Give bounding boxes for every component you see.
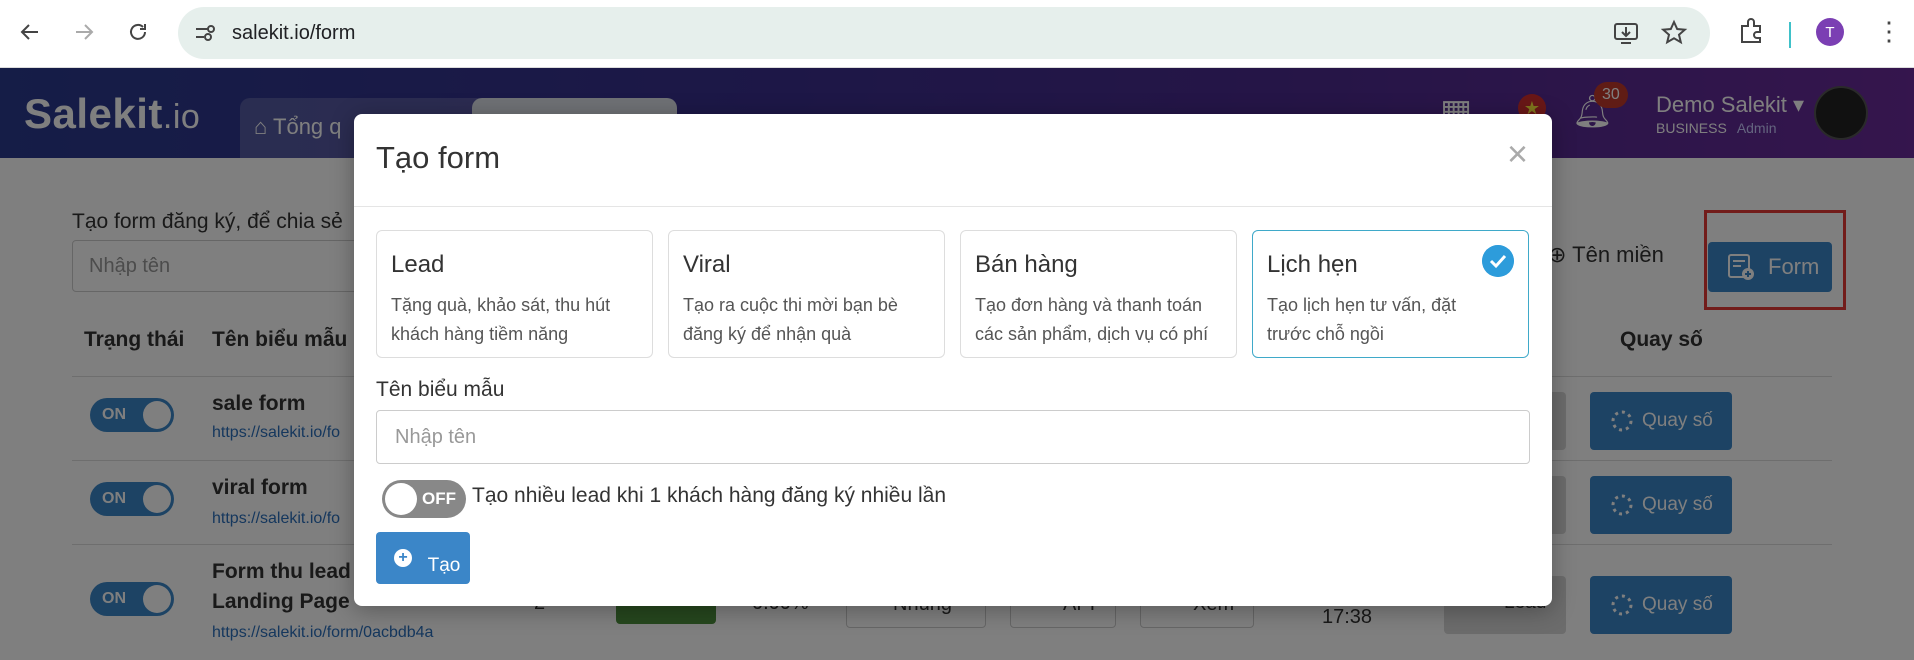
form-type-desc: trước chỗ ngồi (1267, 324, 1384, 344)
check-circle-icon (1482, 245, 1514, 277)
form-type-viral[interactable]: Viral Tạo ra cuộc thi mời bạn bè đăng ký… (668, 230, 945, 358)
form-type-lead[interactable]: Lead Tặng quà, khảo sát, thu hút khách h… (376, 230, 653, 358)
forward-icon[interactable] (66, 14, 102, 50)
profile-avatar[interactable]: T (1816, 18, 1844, 46)
address-bar[interactable]: salekit.io/form (178, 7, 1710, 59)
form-name-input[interactable] (376, 410, 1530, 464)
form-type-desc: Tặng quà, khảo sát, thu hút (391, 295, 611, 315)
form-type-title: Bán hàng (975, 251, 1078, 278)
form-name-label: Tên biểu mẫu (376, 378, 505, 401)
create-button[interactable]: + Tạo (376, 532, 470, 584)
browser-toolbar: salekit.io/form T ⋮ (0, 0, 1914, 68)
form-type-sales[interactable]: Bán hàng Tạo đơn hàng và thanh toán các … (960, 230, 1237, 358)
form-type-desc: Tạo đơn hàng và thanh toán (975, 295, 1202, 315)
modal-title: Tạo form (376, 140, 501, 175)
back-icon[interactable] (12, 14, 48, 50)
site-settings-icon[interactable] (192, 20, 218, 46)
form-type-desc: Tạo ra cuộc thi mời bạn bè (683, 295, 898, 315)
create-form-modal: Tạo form × Lead Tặng quà, khảo sát, thu … (354, 114, 1552, 606)
form-type-title: Lead (391, 251, 445, 278)
close-icon[interactable]: × (1507, 136, 1528, 172)
extensions-icon[interactable] (1736, 16, 1766, 46)
plus-circle-icon: + (394, 549, 412, 567)
browser-menu-icon[interactable]: ⋮ (1876, 16, 1902, 47)
form-type-desc: khách hàng tiềm năng (391, 324, 569, 344)
form-type-desc: đăng ký để nhận quà (683, 324, 852, 344)
multi-lead-label: Tạo nhiều lead khi 1 khách hàng đăng ký … (472, 484, 947, 507)
form-type-appointment[interactable]: Lịch hẹn Tạo lịch hẹn tư vấn, đặt trước … (1252, 230, 1529, 358)
reload-icon[interactable] (120, 14, 156, 50)
toggle-knob (385, 483, 417, 515)
bookmark-star-icon[interactable] (1660, 19, 1688, 47)
form-type-title: Lịch hẹn (1267, 251, 1358, 278)
form-type-desc: Tạo lịch hẹn tư vấn, đặt (1267, 295, 1457, 315)
toolbar-divider (1789, 22, 1791, 48)
modal-divider (354, 206, 1552, 207)
multi-lead-toggle[interactable]: OFF (382, 480, 466, 518)
install-app-icon[interactable] (1612, 19, 1640, 47)
url-text[interactable]: salekit.io/form (232, 22, 355, 45)
form-type-desc: các sản phẩm, dịch vụ có phí (975, 324, 1209, 344)
form-type-title: Viral (683, 251, 731, 278)
